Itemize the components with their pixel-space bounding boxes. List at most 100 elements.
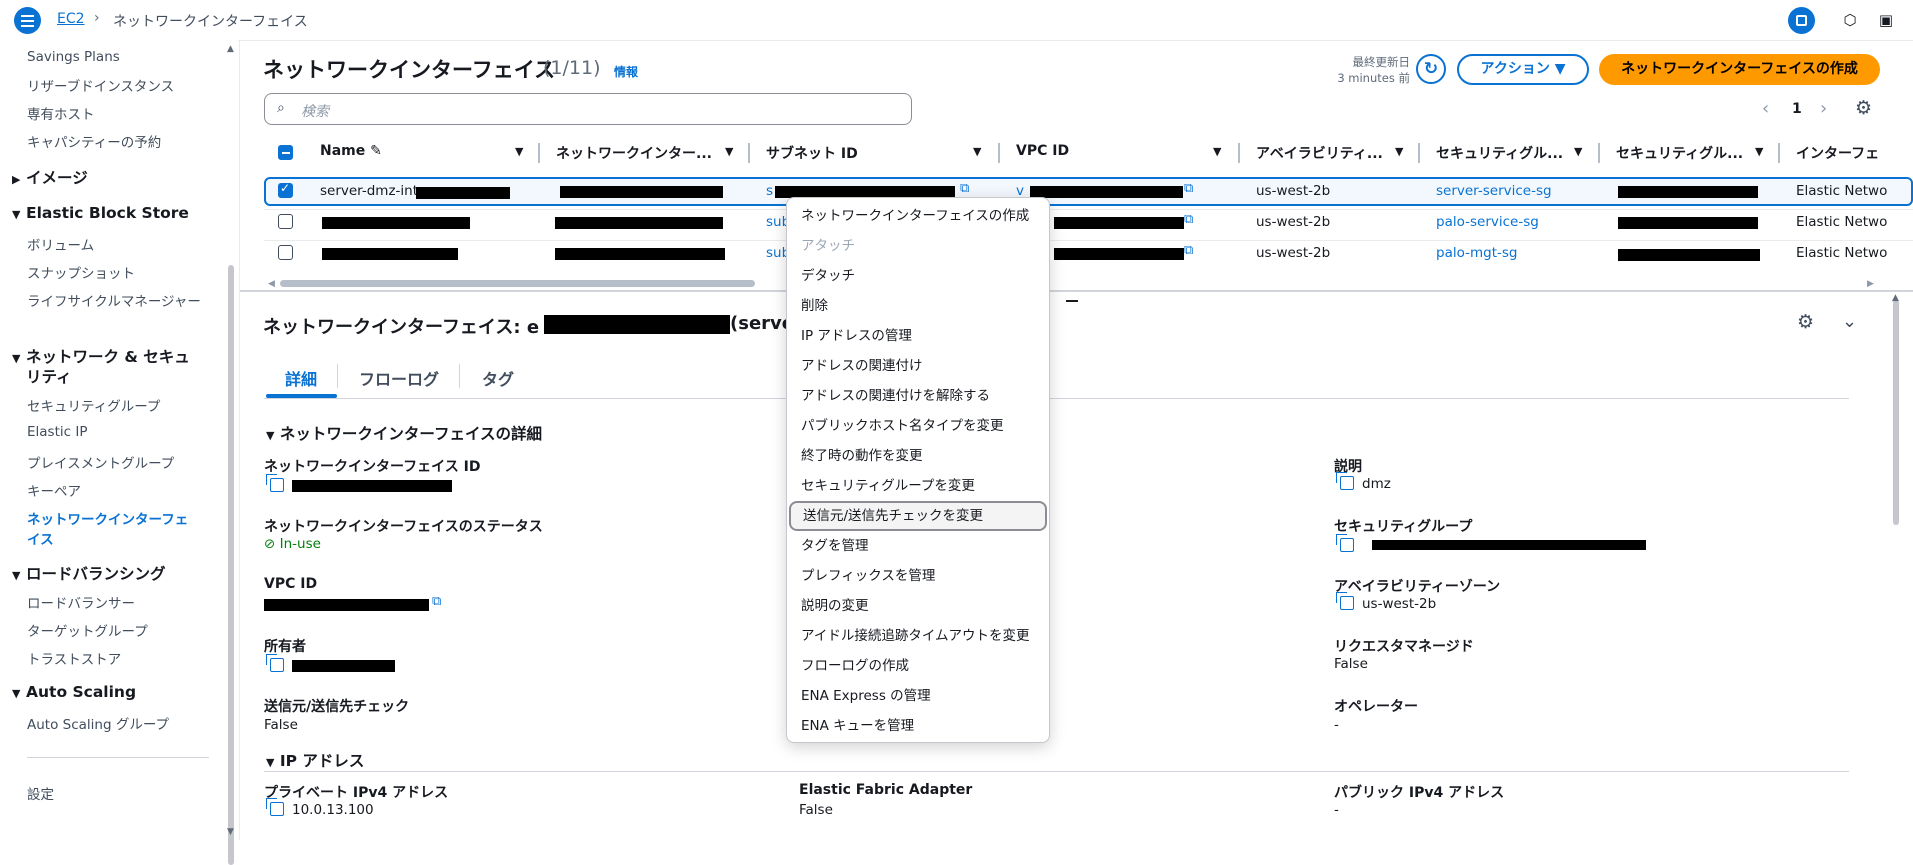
feedback-icon[interactable]: ▣ <box>1874 8 1898 32</box>
sidebar-item-dedicated-hosts[interactable]: 専有ホスト <box>27 103 95 123</box>
settings-hex-icon[interactable]: ⬡ <box>1838 8 1862 32</box>
menu-item-manage-ip[interactable]: IP アドレスの管理 <box>787 321 1049 351</box>
copy-icon[interactable] <box>266 474 292 494</box>
sidebar-section-images[interactable]: ▶ イメージ <box>12 166 88 188</box>
sort-icon[interactable]: ▼ <box>1574 145 1582 158</box>
split-handle[interactable] <box>1066 300 1078 302</box>
sidebar-item-security-groups[interactable]: セキュリティグループ <box>27 395 160 415</box>
column-separator[interactable] <box>538 143 540 163</box>
copy-icon[interactable] <box>266 654 292 674</box>
menu-item-ena-express[interactable]: ENA Express の管理 <box>787 681 1049 711</box>
sidebar-item-asg[interactable]: Auto Scaling グループ <box>27 713 169 733</box>
column-separator[interactable] <box>1778 143 1780 163</box>
gear-icon[interactable]: ⚙ <box>1797 311 1814 333</box>
table-horizontal-scrollbar[interactable] <box>280 280 755 287</box>
external-link-icon[interactable]: ⧉ <box>1184 181 1193 196</box>
sort-icon[interactable]: ▼ <box>973 145 981 158</box>
sidebar-section-ebs[interactable]: ▼ Elastic Block Store <box>12 204 189 222</box>
column-separator[interactable] <box>748 143 750 163</box>
row-security-group[interactable]: server-service-sg <box>1436 183 1552 199</box>
sort-icon[interactable]: ▼ <box>1755 145 1763 158</box>
main-scrollbar[interactable] <box>1893 300 1899 525</box>
section-ip-addresses[interactable]: ▼ IP アドレス <box>266 749 364 771</box>
menu-item-change-src-dst-check[interactable]: 送信元/送信先チェックを変更 <box>789 501 1047 531</box>
copy-icon[interactable] <box>1336 592 1354 610</box>
gear-icon[interactable]: ⚙ <box>1855 97 1872 119</box>
sidebar-item-lifecycle-manager[interactable]: ライフサイクルマネージャー <box>27 290 201 310</box>
panel-icon[interactable] <box>1788 7 1815 34</box>
sidebar-item-settings[interactable]: 設定 <box>27 783 54 803</box>
sidebar-item-network-interfaces[interactable]: ネットワークインターフェ イス <box>27 508 188 548</box>
sidebar-section-auto-scaling[interactable]: ▼ Auto Scaling <box>12 683 136 701</box>
row-security-group[interactable]: palo-mgt-sg <box>1436 245 1517 261</box>
sidebar-item-load-balancers[interactable]: ロードバランサー <box>27 592 135 612</box>
sidebar-item-target-groups[interactable]: ターゲットグループ <box>27 620 148 640</box>
column-header-interface-type[interactable]: インターフェ <box>1796 143 1879 163</box>
sort-icon[interactable]: ▼ <box>1395 145 1403 158</box>
menu-item-idle-timeout[interactable]: アイドル接続追跡タイムアウトを変更 <box>787 621 1049 651</box>
row-checkbox[interactable] <box>278 181 293 198</box>
menu-item-ena-queues[interactable]: ENA キューを管理 <box>787 711 1049 741</box>
sidebar-item-capacity-reservations[interactable]: キャパシティーの予約 <box>27 131 161 151</box>
scroll-left-icon[interactable]: ◀ <box>268 279 275 289</box>
section-eni-details[interactable]: ▼ ネットワークインターフェイスの詳細 <box>266 422 542 444</box>
column-separator[interactable] <box>1598 143 1600 163</box>
sort-icon[interactable]: ▼ <box>1213 145 1221 158</box>
prev-page-icon[interactable]: ‹ <box>1762 98 1769 119</box>
menu-item-change-description[interactable]: 説明の変更 <box>787 591 1049 621</box>
scroll-down-icon[interactable]: ▼ <box>227 827 234 837</box>
external-link-icon[interactable]: ⧉ <box>960 181 969 196</box>
column-header-az[interactable]: アベイラビリティ... <box>1256 143 1383 163</box>
row-security-group[interactable]: palo-service-sg <box>1436 214 1539 230</box>
column-separator[interactable] <box>1418 143 1420 163</box>
row-checkbox[interactable] <box>278 245 293 260</box>
sidebar-item-savings-plans[interactable]: Savings Plans <box>27 49 120 65</box>
column-header-eni-id[interactable]: ネットワークインター... <box>556 143 712 163</box>
sort-icon[interactable]: ▼ <box>725 145 733 158</box>
sort-icon[interactable]: ▼ <box>515 145 523 158</box>
menu-item-change-hostname-type[interactable]: パブリックホスト名タイプを変更 <box>787 411 1049 441</box>
sidebar-section-network-security[interactable]: ▼ ネットワーク & セキュ <box>12 345 190 367</box>
tab-flow-logs[interactable]: フローログ <box>359 366 439 390</box>
page-number[interactable]: 1 <box>1792 101 1802 117</box>
column-header-subnet-id[interactable]: サブネット ID <box>766 143 858 163</box>
sidebar-item-trust-stores[interactable]: トラストストア <box>27 648 121 668</box>
menu-item-delete[interactable]: 削除 <box>787 291 1049 321</box>
menu-item-associate-address[interactable]: アドレスの関連付け <box>787 351 1049 381</box>
column-header-vpc-id[interactable]: VPC ID <box>1016 143 1069 159</box>
breadcrumb-ec2[interactable]: EC2 <box>57 11 85 27</box>
scroll-up-icon[interactable]: ▲ <box>227 44 234 54</box>
sidebar-scrollbar[interactable] <box>228 265 234 865</box>
chevron-down-icon[interactable]: ⌄ <box>1842 311 1857 332</box>
column-separator[interactable] <box>998 143 1000 163</box>
menu-item-create-eni[interactable]: ネットワークインターフェイスの作成 <box>787 201 1049 231</box>
search-input[interactable]: ⌕ 検索 <box>264 93 912 125</box>
menu-item-change-termination[interactable]: 終了時の動作を変更 <box>787 441 1049 471</box>
sidebar-item-elastic-ip[interactable]: Elastic IP <box>27 424 87 440</box>
next-page-icon[interactable]: › <box>1820 98 1827 119</box>
select-all-checkbox[interactable] <box>278 145 293 160</box>
external-link-icon[interactable]: ⧉ <box>432 594 441 609</box>
row-subnet-link[interactable]: s <box>766 183 773 199</box>
column-header-security-group-name[interactable]: セキュリティグル... <box>1436 143 1563 163</box>
column-header-name[interactable]: Name ✎ <box>320 143 382 159</box>
menu-item-manage-prefixes[interactable]: プレフィックスを管理 <box>787 561 1049 591</box>
scroll-right-icon[interactable]: ▶ <box>1867 279 1874 289</box>
sidebar-item-snapshots[interactable]: スナップショット <box>27 262 135 282</box>
tab-tags[interactable]: タグ <box>482 366 514 390</box>
tab-details[interactable]: 詳細 <box>285 366 317 390</box>
sidebar-item-reserved-instances[interactable]: リザーブドインスタンス <box>27 75 174 95</box>
create-network-interface-button[interactable]: ネットワークインターフェイスの作成 <box>1599 54 1880 85</box>
column-separator[interactable] <box>1238 143 1240 163</box>
external-link-icon[interactable]: ⧉ <box>1184 243 1193 258</box>
copy-icon[interactable] <box>1336 534 1362 554</box>
actions-button[interactable]: アクション ▼ <box>1457 54 1589 85</box>
sidebar-item-placement-groups[interactable]: プレイスメントグループ <box>27 452 174 472</box>
menu-item-manage-tags[interactable]: タグを管理 <box>787 531 1049 561</box>
external-link-icon[interactable]: ⧉ <box>1184 212 1193 227</box>
menu-item-create-flow-log[interactable]: フローログの作成 <box>787 651 1049 681</box>
scroll-up-icon[interactable]: ▲ <box>1892 293 1899 303</box>
menu-icon[interactable] <box>14 7 41 34</box>
sidebar-section-load-balancing[interactable]: ▼ ロードバランシング <box>12 562 166 584</box>
info-link[interactable]: 情報 <box>614 63 638 80</box>
